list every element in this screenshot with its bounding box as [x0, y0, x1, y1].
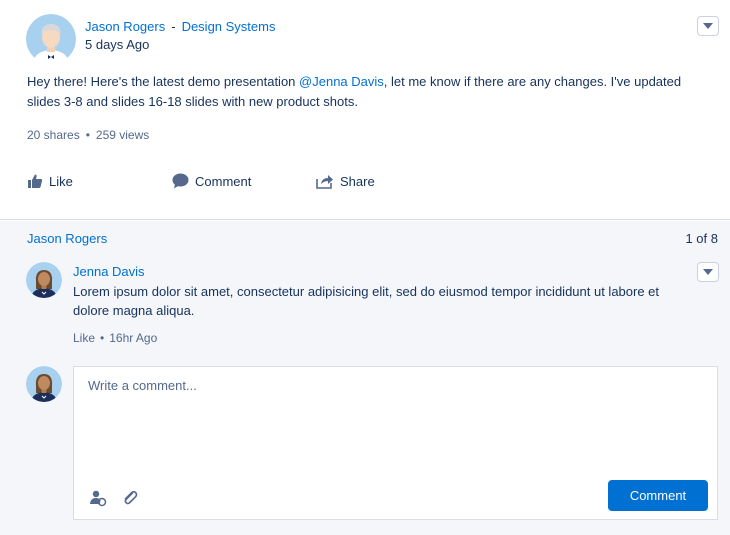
comment-input-placeholder[interactable]: Write a comment... — [88, 378, 197, 393]
shares-count: 20 shares — [27, 128, 80, 142]
comment-label: Comment — [195, 173, 252, 189]
post-timestamp[interactable]: 5 days Ago — [85, 37, 149, 52]
comment-meta-separator: • — [100, 331, 105, 345]
comment-menu-button[interactable] — [697, 262, 719, 282]
comment-icon — [172, 173, 189, 189]
author-avatar[interactable] — [26, 14, 76, 64]
comment-timestamp: 16hr Ago — [109, 331, 158, 345]
post-body: Hey there! Here's the latest demo presen… — [27, 72, 707, 112]
post-mention-link[interactable]: @Jenna Davis — [299, 74, 384, 89]
attach-icon[interactable] — [121, 489, 139, 507]
comment-pager: 1 of 8 — [685, 231, 718, 246]
share-label: Share — [340, 173, 375, 189]
like-icon — [28, 174, 43, 188]
post-actions: Like Comment Share — [27, 173, 717, 195]
comment-text: Lorem ipsum dolor sit amet, consectetur … — [73, 284, 660, 318]
commenter-avatar[interactable] — [26, 262, 62, 298]
author-group-separator: - — [171, 19, 176, 34]
comment-button[interactable]: Comment — [172, 173, 251, 189]
post-stats: 20 shares • 259 views — [27, 128, 149, 142]
caret-down-icon — [703, 23, 713, 29]
caret-down-icon — [703, 269, 713, 275]
thread-author-link[interactable]: Jason Rogers — [27, 231, 107, 246]
mention-icon[interactable] — [89, 489, 107, 507]
post-group-link[interactable]: Design Systems — [182, 19, 276, 34]
like-button[interactable]: Like — [27, 173, 73, 189]
share-icon — [316, 175, 333, 189]
share-button[interactable]: Share — [316, 173, 375, 189]
feed-post: Jason Rogers - Design Systems 5 days Ago H… — [0, 0, 730, 220]
comment-meta: Like • 16hr Ago — [73, 331, 157, 345]
views-count: 259 views — [95, 128, 150, 142]
like-label: Like — [49, 173, 73, 189]
submit-comment-button[interactable]: Comment — [608, 480, 708, 511]
comment-like-link[interactable]: Like — [73, 331, 95, 345]
stats-separator: • — [85, 128, 90, 142]
post-author-link[interactable]: Jason Rogers — [85, 19, 165, 34]
post-menu-button[interactable] — [697, 16, 719, 36]
comment-author-link[interactable]: Jenna Davis — [73, 264, 145, 279]
post-author-line: Jason Rogers - Design Systems — [85, 19, 275, 34]
post-body-text-start: Hey there! Here's the latest demo presen… — [27, 74, 300, 89]
comment-thread: Jason Rogers 1 of 8 Jenna Davis Lorem ip… — [0, 221, 730, 535]
comment-input-box[interactable]: Write a comment... Comment — [73, 366, 718, 520]
current-user-avatar — [26, 366, 62, 402]
